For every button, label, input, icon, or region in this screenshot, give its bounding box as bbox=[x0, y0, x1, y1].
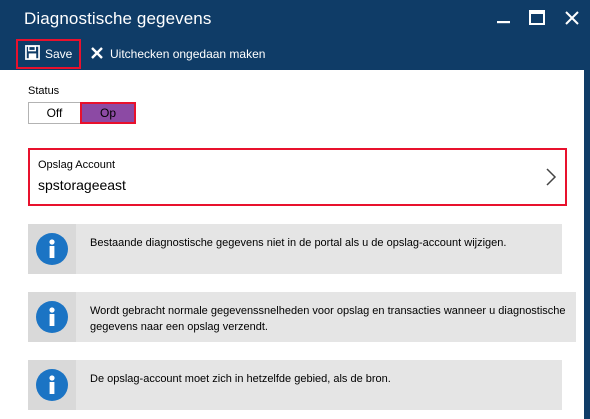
undo-checkout-label: Uitchecken ongedaan maken bbox=[110, 47, 266, 61]
minimize-icon[interactable] bbox=[492, 6, 516, 30]
info-message: Wordt gebracht normale gegevenssnelheden… bbox=[28, 292, 576, 342]
info-icon bbox=[36, 369, 68, 401]
info-icon-container bbox=[28, 360, 76, 410]
blade-header: Diagnostische gegevens bbox=[0, 0, 590, 38]
info-message-text: Wordt gebracht normale gegevenssnelheden… bbox=[90, 305, 566, 333]
undo-checkout-button[interactable]: Uitchecken ongedaan maken bbox=[90, 38, 265, 70]
info-icon bbox=[36, 233, 68, 265]
status-toggle[interactable]: Off Op bbox=[28, 102, 136, 124]
info-icon bbox=[36, 301, 68, 333]
status-on-option[interactable]: Op bbox=[80, 102, 136, 124]
info-message: Bestaande diagnostische gegevens niet in… bbox=[28, 224, 562, 274]
status-off-option[interactable]: Off bbox=[28, 102, 80, 124]
info-message-text: Bestaande diagnostische gegevens niet in… bbox=[90, 237, 507, 249]
blade-edge bbox=[584, 70, 590, 419]
chevron-right-icon bbox=[545, 166, 557, 188]
info-icon-container bbox=[28, 292, 76, 342]
storage-account-label: Opslag Account bbox=[38, 159, 116, 171]
storage-account-value: spstorageeast bbox=[38, 177, 126, 193]
info-message: De opslag-account moet zich in hetzelfde… bbox=[28, 360, 562, 410]
info-message-text: De opslag-account moet zich in hetzelfde… bbox=[90, 373, 391, 385]
maximize-icon[interactable] bbox=[525, 6, 549, 30]
command-bar: Save Uitchecken ongedaan maken bbox=[0, 38, 590, 70]
close-x-icon bbox=[90, 46, 104, 63]
save-button[interactable]: Save bbox=[16, 39, 81, 69]
storage-account-selector[interactable]: Opslag Account spstorageeast bbox=[28, 148, 567, 206]
floppy-disk-icon bbox=[25, 45, 40, 63]
close-icon[interactable] bbox=[560, 6, 584, 30]
status-label: Status bbox=[28, 85, 60, 97]
info-icon-container bbox=[28, 224, 76, 274]
save-button-label: Save bbox=[45, 47, 73, 61]
blade-title: Diagnostische gegevens bbox=[24, 9, 212, 28]
